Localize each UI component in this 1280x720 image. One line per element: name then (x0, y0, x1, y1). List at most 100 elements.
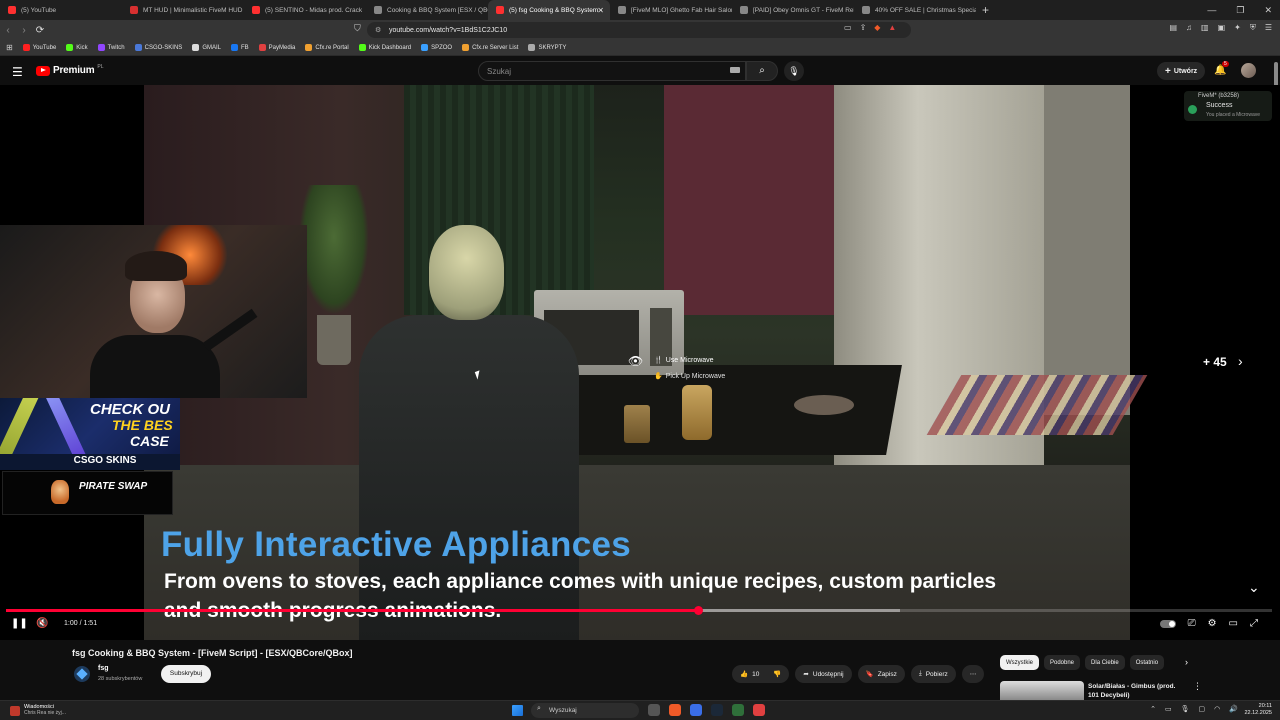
windows-start-icon[interactable] (512, 705, 523, 716)
tab-close-icon[interactable]: ✕ (597, 6, 604, 15)
reading-list-icon[interactable]: ▥ (1201, 23, 1209, 33)
menu-icon[interactable]: ☰ (1265, 23, 1272, 33)
thumbs-down-icon[interactable]: 👎 (773, 670, 781, 678)
tray-chevron-icon[interactable]: ⌃ (1150, 705, 1156, 713)
news-widget[interactable]: Wiadomości Chris Rea nie żyj... (10, 704, 66, 716)
minimize-icon[interactable]: — (1207, 5, 1216, 15)
video-player[interactable]: FiveM* (b3258) Success You placed a Micr… (0, 85, 1280, 640)
new-tab-button[interactable]: + (982, 3, 989, 17)
chevron-down-icon[interactable]: ⌄ (1248, 579, 1260, 596)
bookmark-item[interactable]: YouTube (22, 44, 56, 51)
wallet-icon[interactable]: ▣ (1218, 23, 1226, 33)
bookmark-item[interactable]: GMAIL (192, 44, 221, 51)
extension-icon[interactable]: ✦ (1234, 23, 1241, 33)
wifi-icon[interactable]: ◠ (1214, 705, 1220, 713)
bookmark-label: Twitch (107, 44, 125, 51)
share-page-icon[interactable]: ⇪ (860, 23, 867, 32)
back-icon[interactable]: ‹ (0, 25, 16, 36)
chip-for-you[interactable]: Dla Ciebie (1085, 655, 1125, 670)
bookmark-item[interactable]: Kick Dashboard (358, 44, 411, 51)
restore-icon[interactable]: ❐ (1236, 5, 1244, 16)
subtitles-icon[interactable]: ⎚ (1188, 618, 1196, 629)
progress-scrubber[interactable] (694, 606, 703, 615)
recommended-title[interactable]: Solar/Białas - Gimbus (prod. 101 Decybel… (1088, 682, 1188, 700)
volume-icon[interactable]: 🔊 (1229, 705, 1238, 713)
chevron-right-icon[interactable]: › (1238, 353, 1243, 369)
bookmark-item[interactable]: Kick (66, 44, 88, 51)
chips-next-icon[interactable]: › (1185, 657, 1188, 667)
bookmark-item[interactable]: Cfx.re Portal (305, 44, 349, 51)
bookmark-item[interactable]: SPZOO (421, 44, 452, 51)
bookmark-item[interactable]: Cfx.re Server List (462, 44, 518, 51)
bookmark-favicon-icon (462, 44, 470, 51)
browser-tab[interactable]: (5) YouTube (0, 0, 122, 20)
cast-icon[interactable]: ▭ (844, 23, 852, 32)
brave-shield-icon[interactable]: ◆ (874, 23, 880, 32)
rewards-icon[interactable]: ▲ (888, 23, 896, 32)
bookmark-icon[interactable]: ⛉ (354, 23, 361, 34)
browser-tab[interactable]: [PAID] Obey Omnis GT - FiveM Relea (732, 0, 854, 20)
browser-tab[interactable]: [FiveM MLO] Ghetto Fab Hair Salon | (610, 0, 732, 20)
apps-icon[interactable]: ⊞ (6, 43, 13, 52)
monitor-icon[interactable]: ▢ (1199, 705, 1206, 713)
search-button[interactable]: ⌕ (746, 61, 778, 81)
forward-icon[interactable]: › (16, 25, 32, 36)
bookmark-item[interactable]: FB (231, 44, 249, 51)
taskbar-clock[interactable]: 20:11 22.12.2025 (1244, 703, 1272, 717)
recommended-thumbnail[interactable] (1000, 681, 1084, 700)
channel-name[interactable]: fsg (98, 665, 109, 672)
browser-tab[interactable]: Cooking & BBQ System [ESX / QBCo (366, 0, 488, 20)
browser-tab[interactable]: 40% OFF SALE | Christmas Special Ve (854, 0, 976, 20)
subscribe-button[interactable]: Subskrybuj (161, 665, 211, 683)
close-window-icon[interactable]: ✕ (1264, 5, 1272, 16)
browser-tab[interactable]: MT HUD | Minimalistic FiveM HUD | (122, 0, 244, 20)
chip-all[interactable]: Wszystkie (1000, 655, 1039, 670)
chip-recent[interactable]: Ostatnio (1129, 655, 1165, 670)
explorer-icon[interactable] (648, 704, 660, 716)
search-input[interactable]: Szukaj (478, 61, 746, 81)
site-info-icon[interactable]: ⚙ (375, 26, 381, 34)
discord-icon[interactable] (690, 704, 702, 716)
autoplay-toggle[interactable] (1159, 619, 1176, 628)
excel-icon[interactable] (732, 704, 744, 716)
browser-tab[interactable]: (5) fsg Cooking & BBQ System - ✕ (488, 0, 610, 20)
bookmark-item[interactable]: SKRYPTY (528, 44, 566, 51)
taskbar-search[interactable]: ⌕ Wyszukaj (531, 703, 639, 718)
bookmark-item[interactable]: PayMedia (258, 44, 295, 51)
voice-search-button[interactable]: 🎙 (784, 61, 804, 81)
download-button[interactable]: ⤓ Pobierz (910, 665, 956, 683)
more-actions-button[interactable]: ⋯ (961, 665, 985, 683)
steam-icon[interactable] (711, 704, 723, 716)
channel-avatar[interactable] (74, 666, 90, 682)
bookmark-item[interactable]: Twitch (97, 44, 125, 51)
mute-icon[interactable]: 🔇 (36, 618, 48, 629)
sidebar-icon[interactable]: ▤ (1169, 23, 1177, 33)
mic-tray-icon[interactable]: 🎙 (1181, 705, 1190, 713)
address-bar[interactable]: ⚙ youtube.com/watch?v=1BdS1C2JC10 (367, 22, 911, 38)
network-icon[interactable]: ▭ (1165, 705, 1172, 713)
create-button[interactable]: + Utwórz (1157, 62, 1206, 80)
like-button[interactable]: 👍 10 👎 (732, 665, 790, 683)
guide-menu-icon[interactable]: ☰ (12, 65, 23, 79)
recommended-menu-icon[interactable]: ⋮ (1193, 681, 1202, 692)
progress-bar[interactable] (6, 606, 1272, 615)
theater-mode-icon[interactable]: ▭ (1229, 618, 1238, 629)
account-avatar[interactable] (1241, 63, 1256, 78)
fullscreen-icon[interactable]: ⤢ (1250, 618, 1258, 629)
share-button[interactable]: ➦ Udostępnij (795, 665, 852, 683)
save-button[interactable]: 🔖 Zapisz (857, 665, 905, 683)
music-icon[interactable]: ♫ (1186, 23, 1192, 33)
youtube-logo[interactable]: Premium PL (36, 64, 104, 76)
keyboard-icon[interactable] (730, 67, 740, 73)
vpn-icon[interactable]: ⛨ (1250, 23, 1256, 33)
skip-forward-label[interactable]: + 45 (1203, 355, 1227, 369)
pause-icon[interactable]: ❚❚ (11, 618, 28, 629)
settings-gear-icon[interactable]: ⚙ (1208, 618, 1217, 629)
chip-similar[interactable]: Podobne (1044, 655, 1081, 670)
news-icon (10, 706, 20, 716)
bookmark-item[interactable]: CSGO-SKINS (134, 44, 182, 51)
browser-tab[interactable]: (5) SENTINO - Midas prod. Crack (244, 0, 366, 20)
reload-icon[interactable]: ⟳ (32, 25, 48, 36)
fivem-icon[interactable] (753, 704, 765, 716)
brave-icon[interactable] (669, 704, 681, 716)
